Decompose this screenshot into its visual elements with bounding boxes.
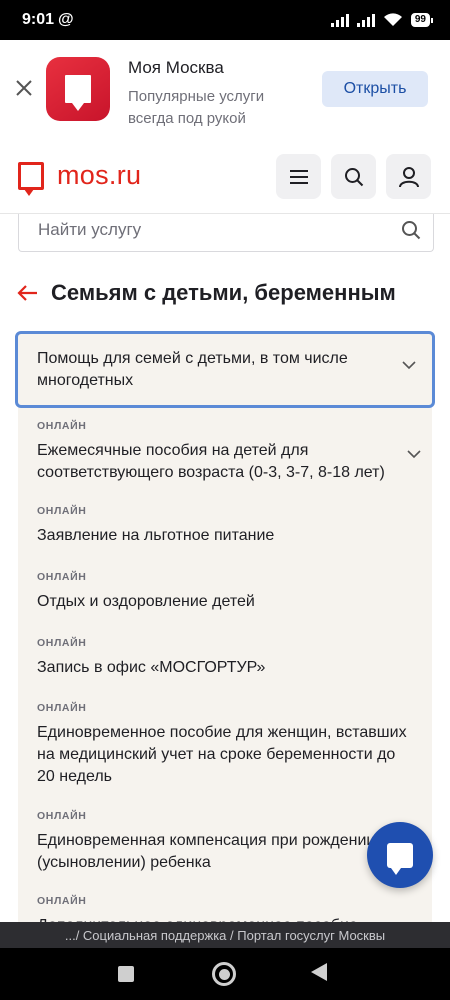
accordion-title: Помощь для семей с детьми, в том числе м… [37, 350, 348, 389]
online-badge: ОНЛАЙН [37, 895, 87, 907]
online-badge: ОНЛАЙН [37, 505, 87, 517]
service-item[interactable]: ОНЛАЙН Отдых и оздоровление детей [37, 571, 427, 613]
signal-2-icon [356, 13, 375, 27]
category-accordion[interactable]: Помощь для семей с детьми, в том числе м… [15, 331, 435, 408]
service-item[interactable]: ОНЛАЙН Заявление на льготное питание [37, 505, 427, 547]
service-title: Заявление на льготное питание [37, 527, 275, 544]
online-badge: ОНЛАЙН [37, 702, 87, 714]
chevron-down-icon [407, 450, 421, 459]
search-placeholder: Найти услугу [38, 219, 142, 239]
service-title: Запись в офис «МОСГОРТУР» [37, 659, 266, 676]
service-item[interactable]: ОНЛАЙН Дополнительное единовременное пос… [37, 895, 427, 923]
back-icon[interactable] [311, 963, 327, 981]
service-item[interactable]: ОНЛАЙН Ежемесячные пособия на детей для … [37, 420, 427, 484]
online-badge: ОНЛАЙН [37, 637, 87, 649]
search-input[interactable]: Найти услугу [18, 214, 434, 252]
open-app-button[interactable]: Открыть [322, 71, 428, 107]
service-item[interactable]: ОНЛАЙН Запись в офис «МОСГОРТУР» [37, 637, 427, 679]
online-badge: ОНЛАЙН [37, 571, 87, 583]
search-icon[interactable] [401, 220, 421, 240]
status-time: 9:01 [22, 11, 55, 28]
page-heading: Семьям с детьми, беременным [16, 280, 396, 306]
status-at-icon: @ [58, 11, 74, 28]
service-title: Единовременное пособие для женщин, встав… [37, 724, 407, 785]
online-badge: ОНЛАЙН [37, 810, 87, 822]
signal-icon [330, 13, 349, 27]
service-title: Ежемесячные пособия на детей для соответ… [37, 442, 385, 481]
wifi-icon [383, 13, 402, 26]
search-icon [344, 167, 363, 186]
chat-button[interactable] [367, 822, 433, 888]
app-logo [46, 57, 110, 121]
site-logo[interactable]: mos.ru [18, 160, 142, 196]
chat-icon [387, 842, 413, 875]
app-name: Моя Москва [128, 58, 224, 77]
service-title: Единовременная компенсация при рождении … [37, 832, 376, 871]
user-icon [398, 166, 419, 187]
logo-mark-icon [18, 161, 44, 196]
status-bar: 9:01 @ 99 [0, 0, 450, 40]
app-description: Популярные услуги всегда под рукой [128, 88, 265, 127]
online-badge: ОНЛАЙН [37, 420, 87, 432]
breadcrumb[interactable]: .../ Социальная поддержка / Портал госус… [0, 922, 450, 948]
close-icon[interactable] [14, 78, 34, 98]
service-title: Отдых и оздоровление детей [37, 593, 255, 610]
battery-icon: 99 [410, 13, 434, 27]
site-header: mos.ru [0, 138, 450, 214]
app-banner: Моя Москва Популярные услуги всегда под … [0, 40, 450, 138]
home-icon[interactable] [212, 962, 236, 986]
header-search-button[interactable] [331, 154, 376, 199]
service-item[interactable]: ОНЛАЙН Единовременное пособие для женщин… [37, 702, 427, 788]
chevron-down-icon [402, 361, 416, 370]
user-button[interactable] [386, 154, 431, 199]
logo-text: mos.ru [57, 160, 142, 190]
back-arrow-icon[interactable] [16, 282, 38, 304]
recents-icon[interactable] [118, 966, 134, 982]
menu-button[interactable] [276, 154, 321, 199]
page-title: Семьям с детьми, беременным [51, 280, 396, 305]
system-nav-bar [0, 948, 450, 1000]
menu-icon [289, 169, 308, 184]
